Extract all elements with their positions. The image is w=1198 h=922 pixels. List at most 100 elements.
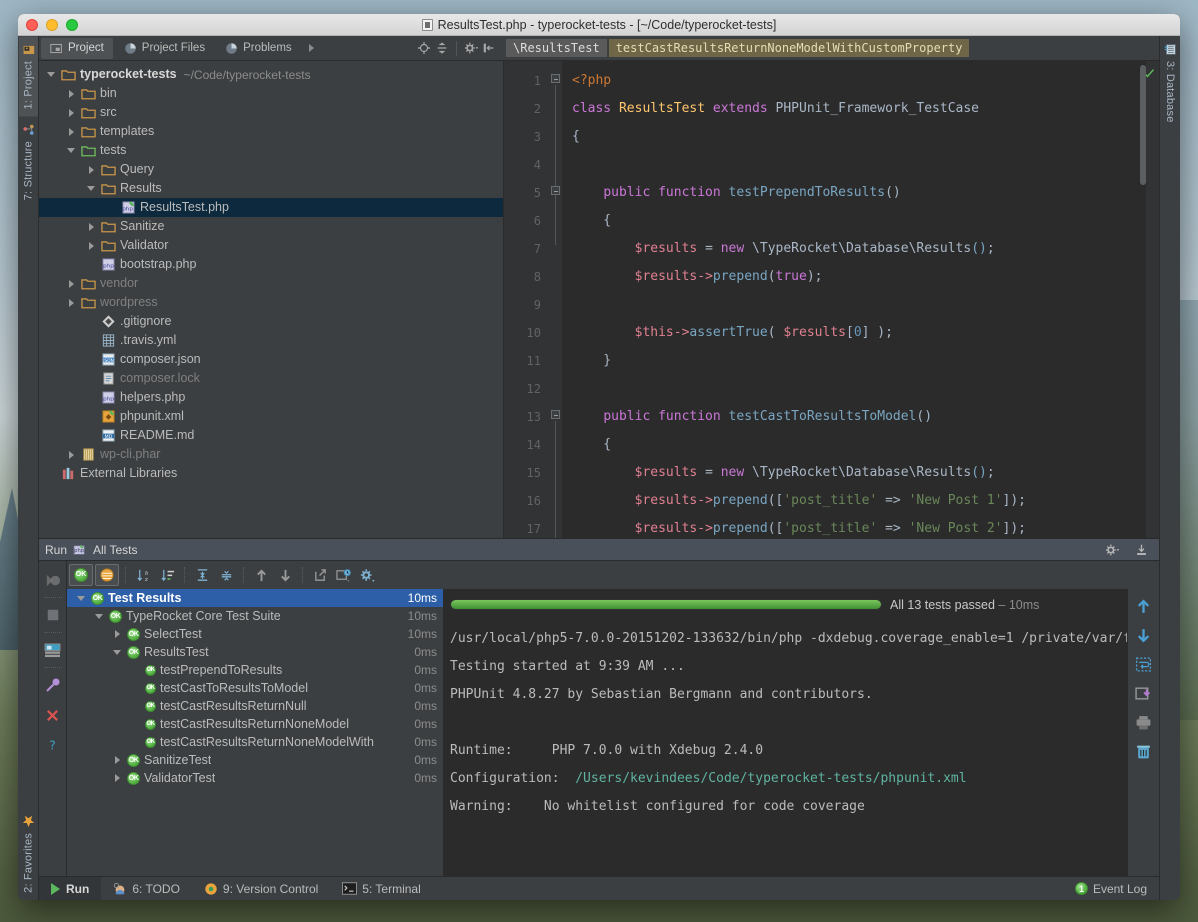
tree-row[interactable]: MD README.md [39,426,503,445]
test-row[interactable]: OK testCastResultsReturnNoneModel 0ms [67,715,443,733]
chevron-right-icon[interactable] [85,160,97,179]
chevron-down-icon[interactable] [111,643,123,661]
test-row[interactable]: OK ValidatorTest 0ms [67,769,443,787]
code-line[interactable]: class ResultsTest extends PHPUnit_Framew… [562,95,1146,123]
code-line[interactable]: $results->prepend(true); [562,263,1146,291]
line-number[interactable]: 7 [504,235,548,263]
clear-all-icon[interactable] [1133,740,1155,762]
print-icon[interactable] [1133,711,1155,733]
code-line[interactable]: public function testPrependToResults() [562,179,1146,207]
fold-marker[interactable] [551,74,560,83]
tree-row[interactable]: typerocket-tests ~/Code/typerocket-tests [39,65,503,84]
tree-row[interactable]: Query [39,160,503,179]
tab-problems[interactable]: Problems [216,38,301,59]
tree-row[interactable]: vendor [39,274,503,293]
sort-by-duration-icon[interactable] [156,564,178,586]
status-run-button[interactable]: Run [39,877,102,900]
chevron-down-icon[interactable] [75,589,87,607]
tab-project[interactable]: Project [41,37,113,59]
pin-tab-icon[interactable] [41,670,65,700]
window-controls[interactable] [18,18,78,31]
tree-row[interactable]: src [39,103,503,122]
chevron-right-icon[interactable] [65,122,77,141]
chevron-right-icon[interactable] [85,217,97,236]
tree-row[interactable]: Results [39,179,503,198]
soft-wrap-icon[interactable] [1133,653,1155,675]
breadcrumb-method[interactable]: testCastResultsReturnNoneModelWithCustom… [608,39,970,57]
tree-row[interactable]: tests [39,141,503,160]
chevron-right-icon[interactable] [65,445,77,464]
collapse-all-icon[interactable] [433,39,451,57]
tree-row[interactable]: .gitignore [39,312,503,331]
line-number[interactable]: 15 [504,459,548,487]
sidebar-item-project[interactable]: 1: Project [18,36,38,117]
minimize-window-button[interactable] [46,18,58,31]
code-line[interactable] [562,291,1146,319]
code-editor[interactable]: 1 2 3 4 5 6 7 8 9 10 11 12 13 14 15 16 17 <?php class Res… [504,61,1159,538]
line-number[interactable]: 8 [504,263,548,291]
tree-row[interactable]: templates [39,122,503,141]
maximize-window-button[interactable] [66,18,78,31]
code-line[interactable]: { [562,207,1146,235]
tree-row[interactable]: wp-cli.phar [39,445,503,464]
run-console[interactable]: All 13 tests passed – 10ms /usr/local/ph… [444,589,1127,876]
breadcrumb-class[interactable]: \ResultsTest [506,39,607,57]
status-todo-button[interactable]: 6: TODO [101,877,192,900]
code-line[interactable]: <?php [562,67,1146,95]
code-line[interactable]: } [562,347,1146,375]
sidebar-item-database[interactable]: 3: Database [1161,36,1180,130]
test-row[interactable]: OK testPrependToResults 0ms [67,661,443,679]
code-line[interactable]: $results = new \TypeRocket\Database\Resu… [562,459,1146,487]
line-number[interactable]: 3 [504,123,548,151]
tree-row[interactable]: phpunit.xml [39,407,503,426]
tree-row[interactable]: wordpress [39,293,503,312]
test-row[interactable]: OK testCastToResultsToModel 0ms [67,679,443,697]
sidebar-item-favorites[interactable]: 2: Favorites [19,808,38,900]
chevron-down-icon[interactable] [45,65,57,84]
help-icon[interactable]: ? [41,730,65,760]
test-settings-icon[interactable] [357,564,379,586]
chevron-right-icon[interactable] [111,769,123,787]
test-results-tree[interactable]: OK Test Results 10ms OK TypeRocket Core Test… [67,589,444,876]
line-number[interactable]: 12 [504,375,548,403]
status-terminal-button[interactable]: 5: Terminal [330,877,432,900]
line-number[interactable]: 4 [504,151,548,179]
test-row[interactable]: OK SanitizeTest 0ms [67,751,443,769]
close-window-button[interactable] [26,18,38,31]
code-line[interactable]: $results->prepend(['post_title' => 'New … [562,487,1146,515]
project-tree[interactable]: typerocket-tests ~/Code/typerocket-tests b… [39,61,504,538]
code-line[interactable]: public function testCastToResultsToModel… [562,403,1146,431]
code-line[interactable]: $this->assertTrue( $results[0] ); [562,319,1146,347]
editor-code[interactable]: <?php class ResultsTest extends PHPUnit_F… [562,61,1146,538]
test-row[interactable]: OK Test Results 10ms [67,589,443,607]
tree-row[interactable]: composer.lock [39,369,503,388]
test-row[interactable]: OK TypeRocket Core Test Suite 10ms [67,607,443,625]
status-event-log-button[interactable]: 1 Event Log [1063,877,1159,900]
chevron-right-icon[interactable] [65,293,77,312]
show-passed-toggle[interactable]: OK [69,564,93,586]
gear-dropdown-icon[interactable] [462,39,480,57]
code-line[interactable]: { [562,123,1146,151]
fold-marker[interactable] [551,186,560,195]
chevron-down-icon[interactable] [85,179,97,198]
line-number[interactable]: 16 [504,487,548,515]
chevron-right-icon[interactable] [65,103,77,122]
settings-gear-icon[interactable] [1105,543,1120,557]
collapse-all-icon[interactable] [215,564,237,586]
fold-marker[interactable] [551,410,560,419]
status-version-control-button[interactable]: 9: Version Control [192,877,330,900]
scroll-down-icon[interactable] [1133,624,1155,646]
line-number[interactable]: 1 [504,67,548,95]
line-number[interactable]: 17 [504,515,548,538]
hide-panel-icon[interactable] [480,39,498,57]
editor-scrollbar[interactable] [1140,65,1146,185]
line-number[interactable]: 10 [504,319,548,347]
test-row[interactable]: OK ResultsTest 0ms [67,643,443,661]
chevron-down-icon[interactable] [65,141,77,160]
test-row[interactable]: OK testCastResultsReturnNull 0ms [67,697,443,715]
hide-panel-icon[interactable] [1134,543,1149,557]
run-configuration-name[interactable]: All Tests [93,543,137,557]
expand-all-icon[interactable] [191,564,213,586]
tab-project-files[interactable]: Project Files [115,38,214,59]
sort-alphabetically-icon[interactable]: az [132,564,154,586]
